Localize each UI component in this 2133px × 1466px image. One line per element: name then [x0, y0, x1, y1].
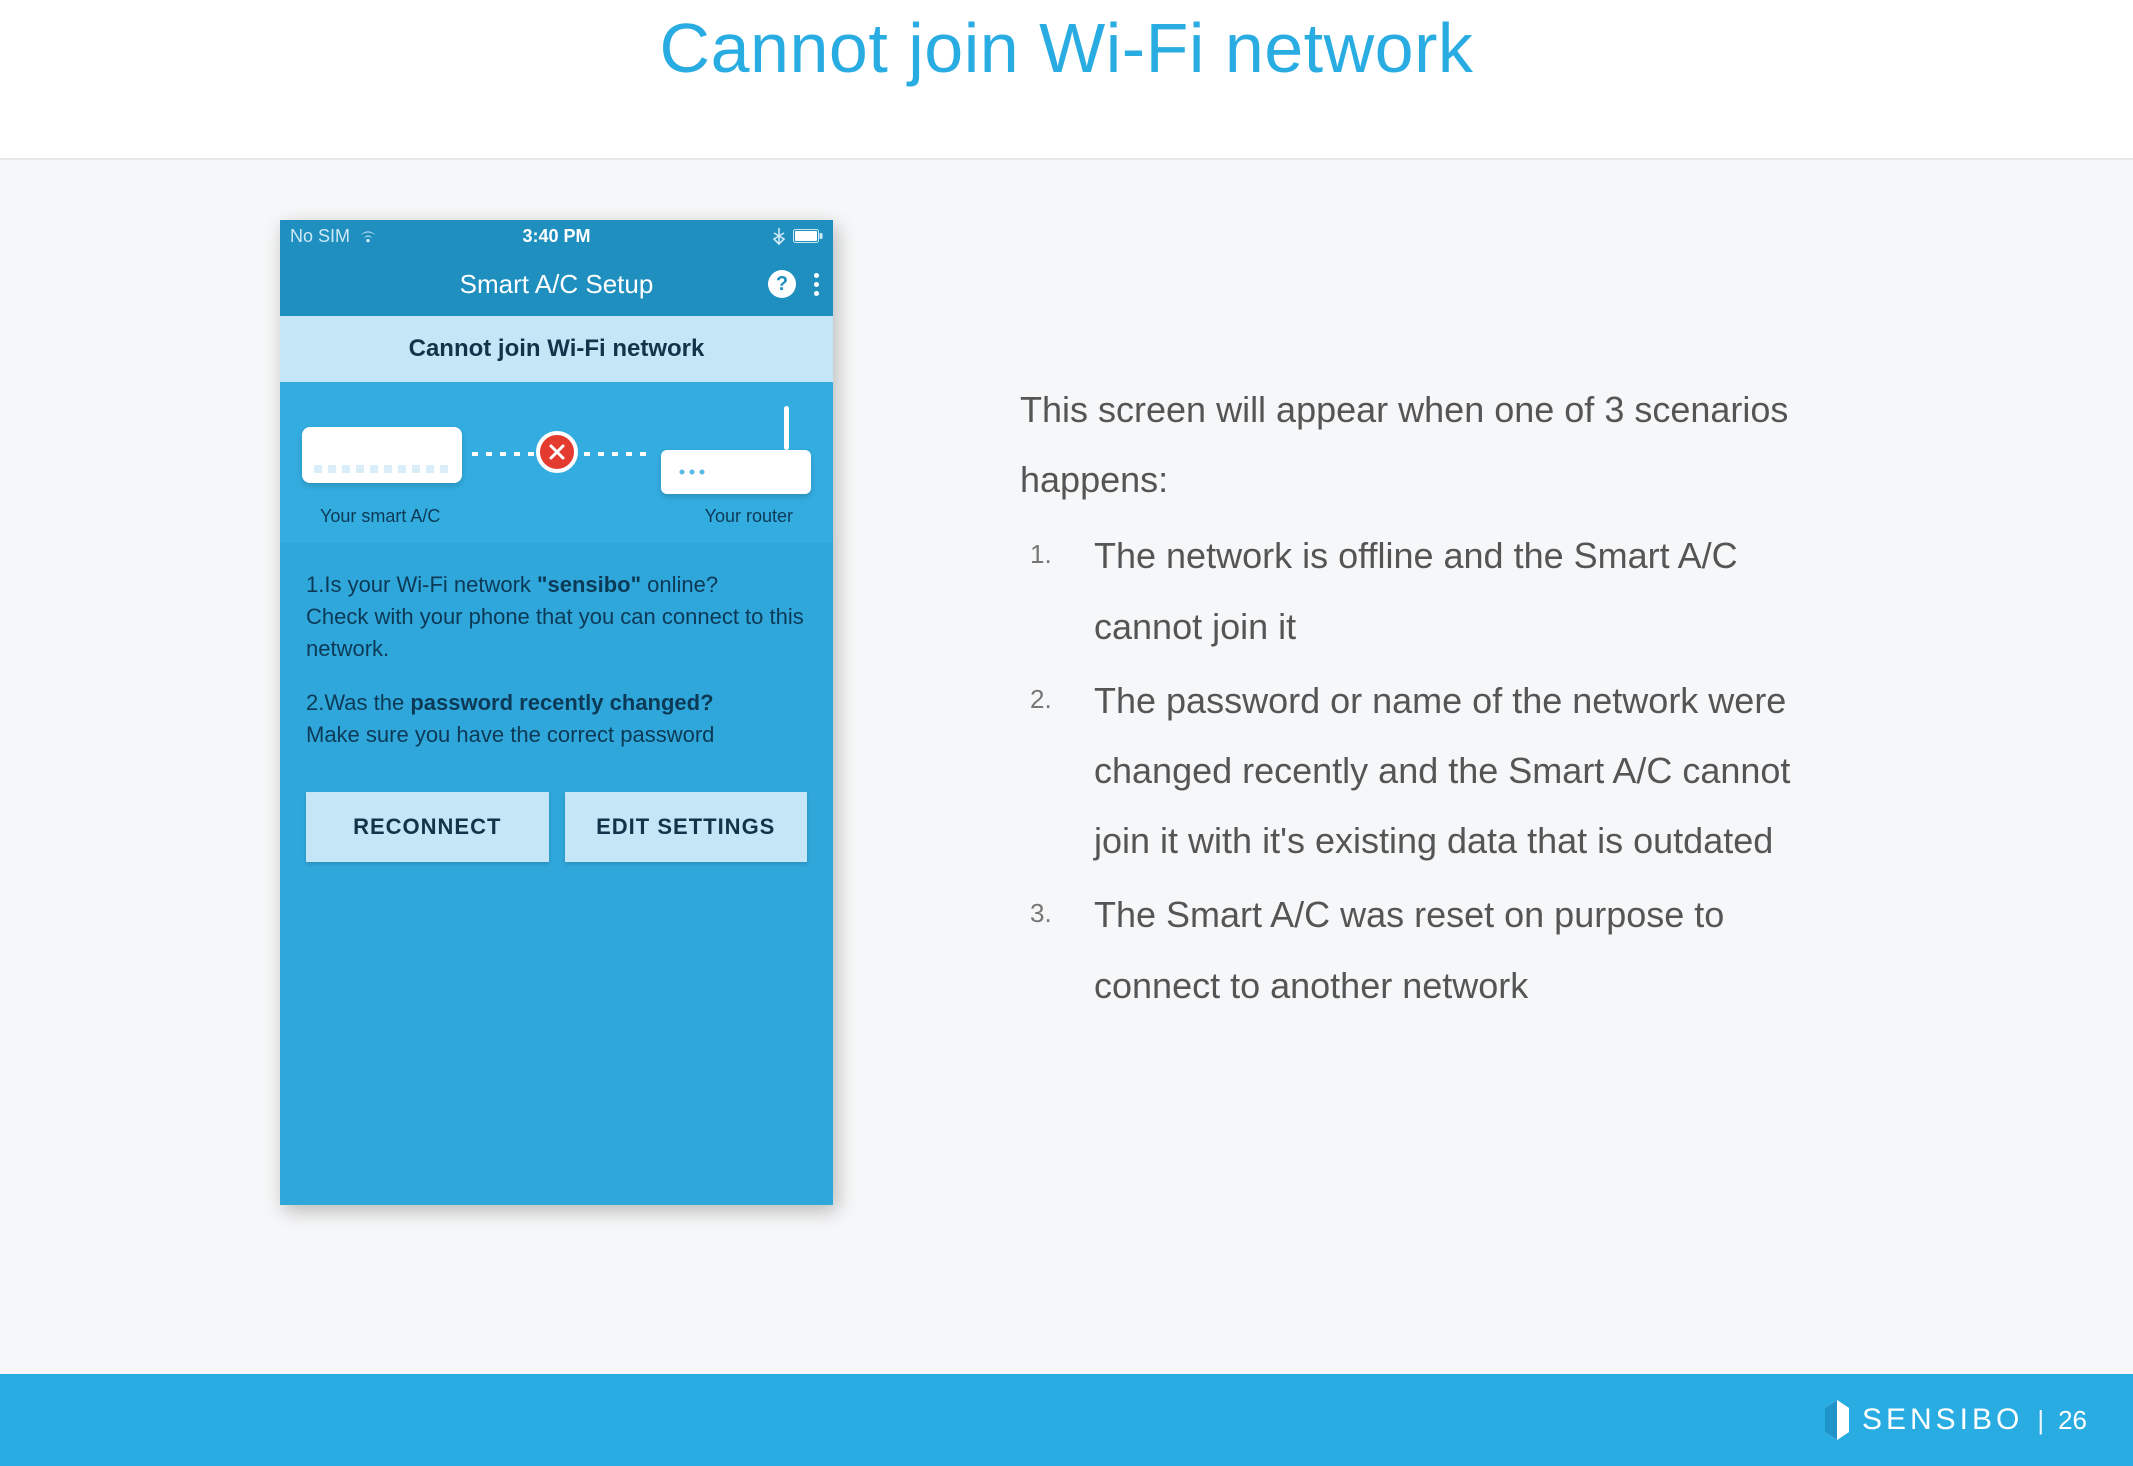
phone-mock: No SIM 3:40 PM: [280, 220, 833, 1205]
app-bar-title: Smart A/C Setup: [460, 269, 654, 300]
reconnect-button[interactable]: RECONNECT: [306, 792, 549, 862]
status-center: 3:40 PM: [280, 226, 833, 247]
edit-settings-button[interactable]: EDIT SETTINGS: [565, 792, 808, 862]
error-banner: Cannot join Wi-Fi network: [280, 316, 833, 382]
diagram-left-label: Your smart A/C: [320, 506, 440, 527]
brand-logo: SENSIBO: [1822, 1400, 2023, 1440]
brand-name: SENSIBO: [1862, 1403, 2023, 1437]
scenario-list: The network is offline and the Smart A/C…: [1020, 521, 1840, 1020]
smart-ac-icon: [302, 427, 462, 483]
app-bar-actions: ?: [768, 252, 819, 316]
sensibo-icon: [1822, 1400, 1852, 1440]
slide: Cannot join Wi-Fi network No SIM 3:40 PM: [0, 0, 2133, 1466]
connection-failed-icon: [536, 431, 578, 473]
app-bar: Smart A/C Setup ?: [280, 252, 833, 316]
slide-header: Cannot join Wi-Fi network: [0, 0, 2133, 160]
help-icon[interactable]: ?: [768, 270, 796, 298]
slide-body: No SIM 3:40 PM: [0, 160, 2133, 1374]
explanation-intro: This screen will appear when one of 3 sc…: [1020, 375, 1840, 515]
slide-footer: SENSIBO | 26: [0, 1374, 2133, 1466]
troubleshoot-item-2: 2.Was the password recently changed? Mak…: [306, 687, 807, 751]
connection-diagram: Your smart A/C Your router: [280, 382, 833, 543]
scenario-item: The password or name of the network were…: [1020, 666, 1840, 877]
diagram-right-label: Your router: [705, 506, 793, 527]
overflow-menu-icon[interactable]: [814, 273, 819, 296]
troubleshoot-item-1: 1.Is your Wi-Fi network "sensibo" online…: [306, 569, 807, 665]
status-time: 3:40 PM: [522, 226, 590, 246]
router-icon: [661, 450, 811, 494]
page-number: 26: [2058, 1405, 2087, 1436]
phone-background: [280, 882, 833, 1205]
scenario-item: The network is offline and the Smart A/C…: [1020, 521, 1840, 661]
troubleshoot-text: 1.Is your Wi-Fi network "sensibo" online…: [280, 543, 833, 792]
status-bar: No SIM 3:40 PM: [280, 220, 833, 252]
page-title: Cannot join Wi-Fi network: [660, 8, 1474, 88]
scenario-item: The Smart A/C was reset on purpose to co…: [1020, 880, 1840, 1020]
explanation-panel: This screen will appear when one of 3 sc…: [1020, 375, 1840, 1025]
action-buttons: RECONNECT EDIT SETTINGS: [280, 792, 833, 882]
footer-divider: |: [2037, 1405, 2044, 1436]
